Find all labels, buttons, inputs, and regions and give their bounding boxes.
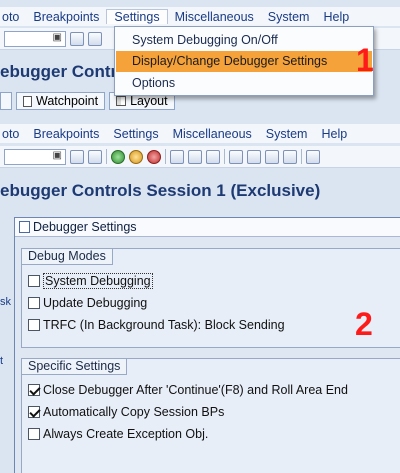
screenshot-frame: oto Breakpoints Settings Miscellaneous S… xyxy=(0,0,400,473)
cancel-icon[interactable] xyxy=(147,149,161,164)
tab-watchpoint-label: Watchpoint xyxy=(36,94,99,108)
side-fragment-1: sk xyxy=(0,296,11,308)
specific-settings-title: Specific Settings xyxy=(21,358,128,375)
checkbox[interactable] xyxy=(28,274,40,287)
dialog-title: Debugger Settings xyxy=(33,220,137,234)
back-icon[interactable] xyxy=(70,31,84,46)
menu-miscellaneous[interactable]: Miscellaneous xyxy=(168,10,261,24)
option-label: System Debugging xyxy=(43,272,153,289)
enter-icon[interactable] xyxy=(111,149,125,164)
tab-watchpoint[interactable]: Watchpoint xyxy=(16,92,106,110)
menu-item-system-debugging-label: System Debugging On/Off xyxy=(132,33,278,47)
menu-help[interactable]: Help xyxy=(314,127,354,141)
option-label: Update Debugging xyxy=(43,295,148,310)
menu-item-debugger-settings-label: Display/Change Debugger Settings xyxy=(132,54,328,68)
debugger-settings-dialog: Debugger Settings Debug Modes System Deb… xyxy=(14,217,400,473)
find-icon[interactable] xyxy=(188,149,202,164)
back-icon[interactable] xyxy=(70,149,84,164)
tab-stub[interactable] xyxy=(0,92,12,110)
step-marker-2: 2 xyxy=(355,306,373,342)
menu-goto[interactable]: oto xyxy=(0,10,26,24)
command-field[interactable]: ▣ xyxy=(4,30,66,47)
checkbox[interactable] xyxy=(28,427,40,440)
save-icon[interactable] xyxy=(88,31,102,46)
toolbar-separator xyxy=(106,149,107,164)
menu-item-debugger-settings[interactable]: Display/Change Debugger Settings xyxy=(116,51,372,72)
option-close-debugger[interactable]: Close Debugger After 'Continue'(F8) and … xyxy=(28,381,348,398)
menu-breakpoints[interactable]: Breakpoints xyxy=(26,10,106,24)
option-trfc-block-sending[interactable]: TRFC (In Background Task): Block Sending xyxy=(28,316,285,333)
menu-item-options-label: Options xyxy=(132,76,176,90)
side-fragment-2: t xyxy=(0,355,4,367)
print-icon[interactable] xyxy=(170,149,184,164)
dialog-title-bar: Debugger Settings xyxy=(15,218,400,237)
menu-settings[interactable]: Settings xyxy=(106,127,165,141)
menu-miscellaneous[interactable]: Miscellaneous xyxy=(166,127,259,141)
option-system-debugging[interactable]: System Debugging xyxy=(28,272,153,289)
exit-icon[interactable] xyxy=(129,149,143,164)
option-create-exception-obj[interactable]: Always Create Exception Obj. xyxy=(28,425,208,442)
checkbox-checked[interactable] xyxy=(28,383,40,396)
menu-item-system-debugging[interactable]: System Debugging On/Off xyxy=(116,30,372,51)
previous-page-icon[interactable] xyxy=(247,149,261,164)
option-label: Always Create Exception Obj. xyxy=(43,426,209,441)
front-window-title: ebugger Controls Session 1 (Exclusive) xyxy=(0,181,321,200)
document-icon xyxy=(23,95,32,107)
layout-icon xyxy=(116,96,127,106)
menu-settings-open[interactable]: Settings xyxy=(106,9,168,24)
command-field[interactable]: ▣ xyxy=(4,148,66,165)
last-page-icon[interactable] xyxy=(283,149,297,164)
checkbox[interactable] xyxy=(28,296,40,309)
save-icon[interactable] xyxy=(88,149,102,164)
debug-modes-title: Debug Modes xyxy=(21,248,113,265)
option-label: Automatically Copy Session BPs xyxy=(43,404,225,419)
option-copy-session-bps[interactable]: Automatically Copy Session BPs xyxy=(28,403,224,420)
menu-breakpoints[interactable]: Breakpoints xyxy=(26,127,106,141)
toolbar-separator xyxy=(301,149,302,164)
find-next-icon[interactable] xyxy=(206,149,220,164)
step-marker-1: 1 xyxy=(356,42,374,78)
front-toolbar: ▣ xyxy=(0,146,400,168)
menu-item-options[interactable]: Options xyxy=(116,73,372,94)
specific-settings-group: Specific Settings Close Debugger After '… xyxy=(21,358,400,473)
menu-goto[interactable]: oto xyxy=(0,127,26,141)
settings-dropdown: System Debugging On/Off Display/Change D… xyxy=(114,26,374,96)
option-label: Close Debugger After 'Continue'(F8) and … xyxy=(43,382,348,397)
option-update-debugging[interactable]: Update Debugging xyxy=(28,294,147,311)
debug-modes-group: Debug Modes System Debugging Update Debu… xyxy=(21,248,400,348)
first-page-icon[interactable] xyxy=(229,149,243,164)
option-label: TRFC (In Background Task): Block Sending xyxy=(43,317,285,332)
menu-system[interactable]: System xyxy=(261,10,317,24)
front-menu-bar: oto Breakpoints Settings Miscellaneous S… xyxy=(0,124,400,143)
toolbar-separator xyxy=(224,149,225,164)
toolbar-separator xyxy=(165,149,166,164)
dialog-window-icon xyxy=(19,221,30,233)
back-menu-bar: oto Breakpoints Settings Miscellaneous S… xyxy=(0,7,400,26)
next-page-icon[interactable] xyxy=(265,149,279,164)
menu-system[interactable]: System xyxy=(259,127,315,141)
create-session-icon[interactable] xyxy=(306,149,320,164)
checkbox[interactable] xyxy=(28,318,40,331)
menu-help[interactable]: Help xyxy=(316,10,356,24)
back-window-title: ebugger Contr xyxy=(0,62,118,81)
checkbox-checked[interactable] xyxy=(28,405,40,418)
